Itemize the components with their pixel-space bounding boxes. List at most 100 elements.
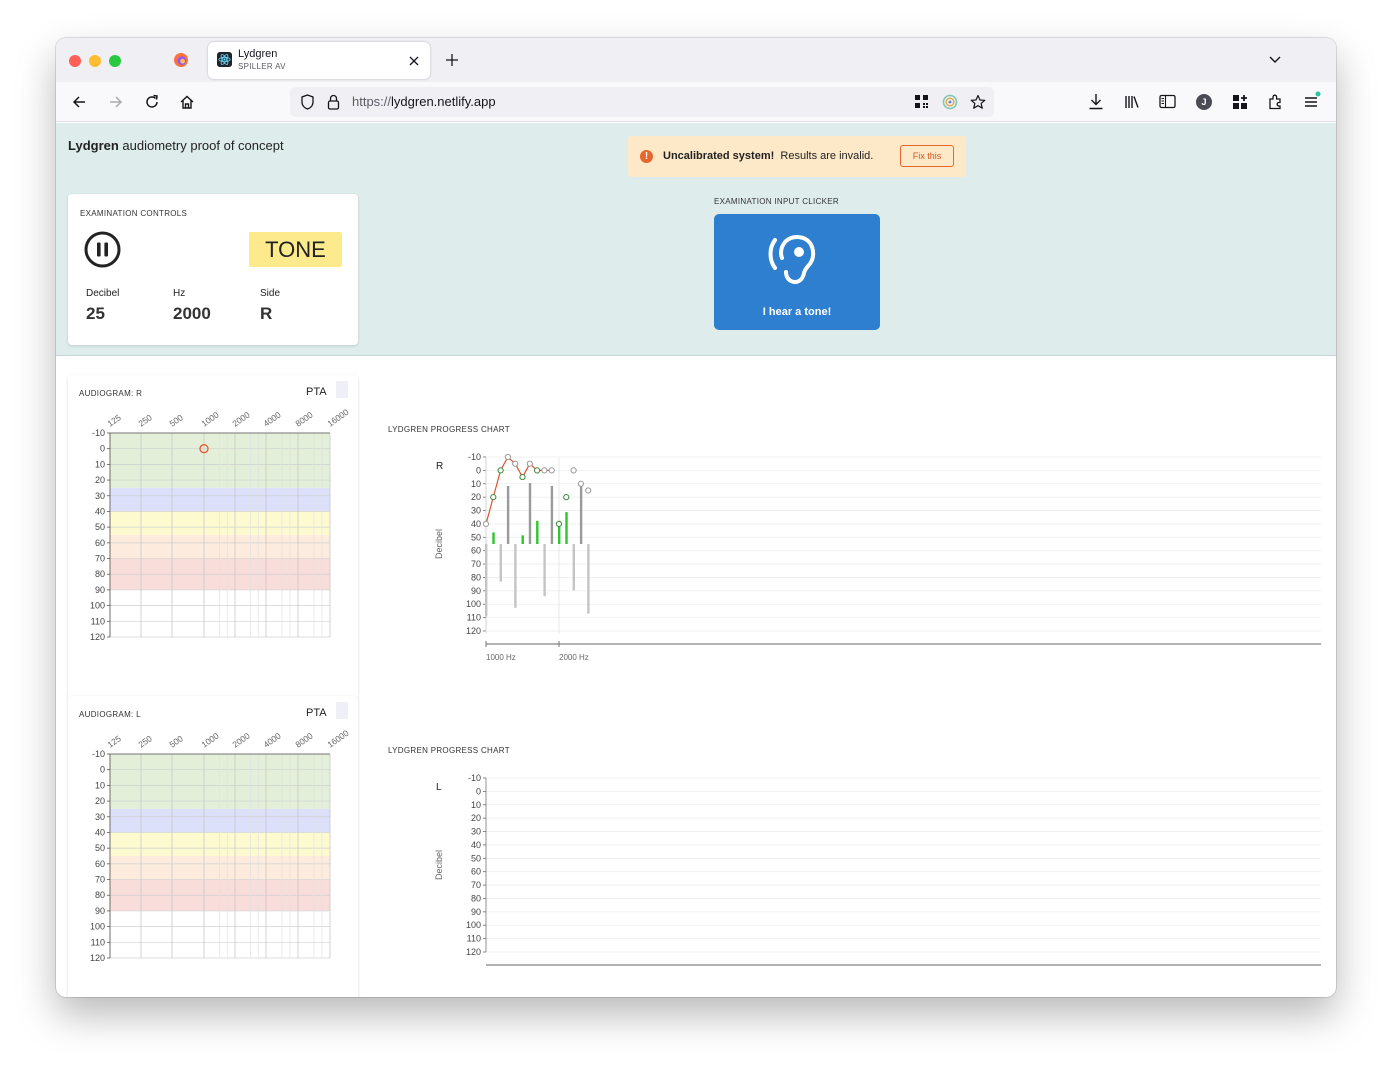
y-tick-label: 120 bbox=[466, 947, 481, 957]
progress-r-heading: LYDGREN PROGRESS CHART bbox=[388, 425, 510, 434]
fix-this-button[interactable]: Fix this bbox=[900, 145, 954, 167]
tone-point bbox=[519, 473, 526, 481]
library-icon[interactable] bbox=[1124, 94, 1140, 110]
y-tick-label: 80 bbox=[95, 890, 105, 900]
hearing-zone-band bbox=[110, 535, 330, 559]
qr-code-icon[interactable] bbox=[914, 94, 929, 109]
hearing-zone-band bbox=[110, 754, 330, 809]
y-tick-label: 70 bbox=[95, 875, 105, 885]
tone-point bbox=[570, 467, 577, 474]
y-tick-label: 40 bbox=[95, 827, 105, 837]
zoom-window-button[interactable] bbox=[109, 55, 121, 67]
y-tick-label: 50 bbox=[95, 522, 105, 532]
y-tick-label: 120 bbox=[466, 626, 481, 636]
y-tick-label: 70 bbox=[471, 559, 481, 569]
list-all-tabs-icon[interactable] bbox=[1268, 55, 1282, 65]
x-tick-label: 125 bbox=[105, 412, 123, 428]
hearing-zone-band bbox=[110, 511, 330, 535]
ear-icon bbox=[768, 235, 816, 285]
y-tick-label: 60 bbox=[471, 867, 481, 877]
url-text: https://lydgren.netlify.app bbox=[352, 94, 496, 109]
y-tick-label: 30 bbox=[471, 506, 481, 516]
firefox-view-icon[interactable] bbox=[173, 52, 189, 68]
y-tick-label: 50 bbox=[471, 532, 481, 542]
x-tick-label: 500 bbox=[167, 412, 185, 428]
reaction-time-bar bbox=[521, 535, 524, 544]
hearing-zone-band bbox=[110, 856, 330, 880]
i-hear-a-tone-button[interactable]: I hear a tone! bbox=[714, 214, 880, 330]
x-tick-label: 125 bbox=[105, 733, 123, 749]
tab-lydgren[interactable]: Lydgren SPILLER AV bbox=[208, 42, 430, 79]
y-tick-label: 110 bbox=[467, 934, 481, 944]
y-tick-label: 110 bbox=[91, 937, 105, 947]
app-menu-icon[interactable] bbox=[1303, 90, 1321, 110]
tracking-protection-shield-icon[interactable] bbox=[300, 94, 315, 110]
reaction-time-bar bbox=[506, 486, 510, 544]
y-tick-label: 10 bbox=[471, 800, 481, 810]
y-tick-label: 0 bbox=[476, 465, 481, 475]
x-tick-label: 250 bbox=[136, 733, 154, 749]
close-tab-icon[interactable] bbox=[409, 56, 419, 66]
x-tick-label: 4000 bbox=[261, 409, 282, 428]
x-tick-label: 16000 bbox=[325, 407, 350, 429]
x-tick-label: 8000 bbox=[293, 730, 314, 749]
tone-point bbox=[585, 487, 592, 494]
nav-toolbar: https://lydgren.netlify.app J bbox=[56, 82, 1336, 122]
y-tick-label: 90 bbox=[471, 586, 481, 596]
downloads-icon[interactable] bbox=[1088, 93, 1104, 110]
warning-icon: ! bbox=[640, 150, 653, 163]
new-tab-icon[interactable] bbox=[445, 53, 459, 67]
forward-icon[interactable] bbox=[108, 94, 124, 110]
y-tick-label: 20 bbox=[471, 813, 481, 823]
tone-level-line bbox=[485, 456, 552, 525]
y-tick-label: 10 bbox=[95, 459, 105, 469]
sidebar-icon[interactable] bbox=[1159, 94, 1176, 109]
y-tick-label: 90 bbox=[471, 907, 481, 917]
back-icon[interactable] bbox=[71, 94, 87, 110]
bookmark-star-icon[interactable] bbox=[970, 94, 986, 110]
y-tick-label: 10 bbox=[95, 780, 105, 790]
y-tick-label: 90 bbox=[95, 585, 105, 595]
i-hear-a-tone-label: I hear a tone! bbox=[762, 306, 832, 318]
y-tick-label: -10 bbox=[92, 428, 105, 438]
tone-point bbox=[497, 467, 504, 474]
tab-title: Lydgren bbox=[238, 48, 278, 60]
tone-point bbox=[555, 520, 563, 528]
home-icon[interactable] bbox=[179, 94, 195, 110]
examination-controls-card: EXAMINATION CONTROLS TONE Decibel 25 Hz … bbox=[68, 194, 358, 345]
progress-l-chart: L-100102030405060708090100110120Decibel3… bbox=[434, 773, 1321, 966]
tone-point bbox=[504, 453, 511, 461]
examination-controls-heading: EXAMINATION CONTROLS bbox=[80, 209, 188, 218]
extension-grid-icon[interactable] bbox=[1232, 94, 1248, 110]
x-tick-label: 2000 Hz bbox=[559, 653, 589, 662]
x-tick-label: 8000 bbox=[293, 409, 314, 428]
lock-icon[interactable] bbox=[327, 94, 340, 110]
y-tick-label: 0 bbox=[100, 765, 105, 775]
side-label: R bbox=[436, 461, 443, 472]
tone-point bbox=[482, 520, 490, 528]
close-window-button[interactable] bbox=[69, 55, 81, 67]
reaction-time-bar bbox=[572, 544, 575, 591]
minimize-window-button[interactable] bbox=[89, 55, 101, 67]
extensions-puzzle-icon[interactable] bbox=[1268, 93, 1284, 110]
tone-point bbox=[490, 494, 497, 501]
hz-value: 2000 bbox=[173, 304, 211, 323]
audiogram-l-card: AUDIOGRAM: L PTA -10 0 10 20 30 40 50 60 70 80 90 1… bbox=[68, 696, 358, 997]
y-tick-label: 100 bbox=[466, 920, 481, 930]
url-bar[interactable]: https://lydgren.netlify.app bbox=[290, 87, 994, 117]
app-title: Lydgren audiometry proof of concept bbox=[68, 138, 284, 153]
tone-indicator: TONE bbox=[249, 232, 342, 267]
extension-target-icon[interactable] bbox=[942, 94, 958, 110]
examination-input-clicker-heading: EXAMINATION INPUT CLICKER bbox=[714, 197, 839, 206]
y-tick-label: 60 bbox=[95, 538, 105, 548]
x-tick-label: 2000 bbox=[230, 409, 251, 428]
reaction-time-bar bbox=[536, 520, 539, 544]
pause-icon[interactable] bbox=[84, 231, 121, 268]
account-avatar[interactable]: J bbox=[1196, 94, 1212, 110]
y-tick-label: -10 bbox=[468, 773, 481, 783]
react-favicon-icon bbox=[217, 52, 232, 67]
reload-icon[interactable] bbox=[144, 94, 160, 110]
calibration-alert: ! Uncalibrated system! Results are inval… bbox=[628, 136, 966, 177]
tone-point bbox=[526, 460, 533, 467]
reaction-time-bar bbox=[485, 544, 488, 617]
